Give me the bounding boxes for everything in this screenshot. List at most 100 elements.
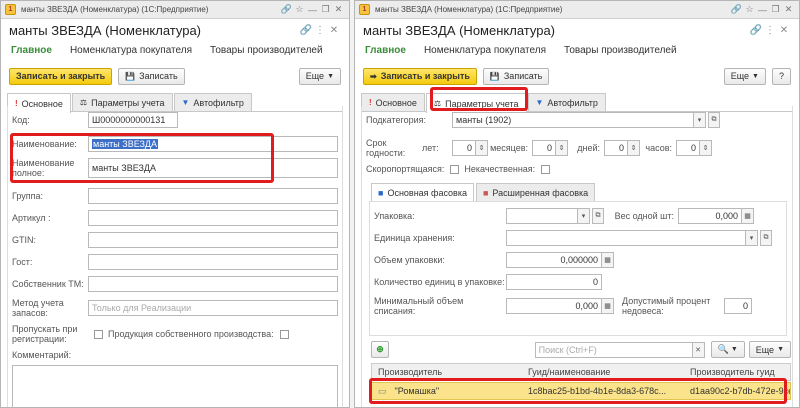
skip-row: Пропускать при регистрации: Продукция со… [12,324,338,344]
nav-customer-items[interactable]: Номенклатура покупателя [424,45,546,56]
gost-field[interactable] [88,254,338,270]
months-field[interactable]: 0 [532,140,556,156]
restore-icon[interactable]: ❐ [319,4,332,15]
unit-field[interactable] [506,230,746,246]
more-button[interactable]: Еще ▼ [723,67,766,85]
right-window: 1 манты ЗВЕЗДА (Номенклатура) (1С:Предпр… [354,0,800,408]
help-button[interactable]: ? [771,67,791,85]
group-label: Группа: [12,191,44,201]
star-icon[interactable]: ☆ [743,4,756,15]
link-icon[interactable]: 🔗 [730,4,743,15]
code-label: Код: [12,115,30,125]
page-title: манты ЗВЕЗДА (Номенклатура) [363,22,556,38]
nav-producer-items[interactable]: Товары производителей [564,45,677,56]
dropdown-button[interactable]: ▾ [746,230,758,246]
volume-label: Объем упаковки: [374,255,445,265]
save-and-close-button[interactable]: ➡ Записать и закрыть [363,67,477,85]
gtin-field[interactable] [88,232,338,248]
more-icon[interactable]: ⋮ [313,25,327,36]
close-icon[interactable]: ✕ [782,4,795,15]
nav-main[interactable]: Главное [365,45,406,56]
article-label: Артикул : [12,213,51,223]
low-quality-checkbox[interactable] [541,164,551,174]
perishable-checkbox[interactable] [450,164,460,174]
app-icon: 1 [5,4,16,15]
dropdown-button[interactable]: ▾ [578,208,590,224]
link-icon[interactable]: 🔗 [749,25,763,36]
close-icon[interactable]: ✕ [777,25,791,36]
left-window: 1 манты ЗВЕЗДА (Номенклатура) (1С:Предпр… [0,0,350,408]
save-button[interactable]: 💾 Записать [482,67,550,85]
days-spinner[interactable]: ⇕ [628,140,640,156]
article-field[interactable] [88,210,338,226]
nav-producer-items[interactable]: Товары производителей [210,45,323,56]
floppy-icon: 💾 [125,71,136,81]
owner-field[interactable] [88,276,338,292]
tab-extended-packing[interactable]: ■ Расширенная фасовка [475,183,596,201]
link-icon[interactable]: 🔗 [280,4,293,15]
toolbar: ➡ Записать и закрыть 💾 Записать Еще ▼ ? [355,63,799,89]
hours-spinner[interactable]: ⇕ [700,140,712,156]
column-header-producer[interactable]: Производитель [372,367,522,377]
comment-textarea[interactable] [12,365,338,407]
close-icon[interactable]: ✕ [332,4,345,15]
code-row: Код: Ш0000000000131 [12,112,338,128]
weight-field[interactable]: 0,000 [678,208,742,224]
nav-main[interactable]: Главное [11,45,52,56]
gost-row: Гост: [12,254,338,270]
group-row: Группа: [12,188,338,204]
more-icon[interactable]: ⋮ [763,25,777,36]
highlight-frame [10,133,274,183]
pack-label: Упаковка: [374,211,415,221]
calculator-icon[interactable]: ▦ [602,252,614,268]
calculator-icon[interactable]: ▦ [602,298,614,314]
column-header-producer-guid[interactable]: Производитель гуид [684,367,790,377]
open-icon[interactable]: ⧉ [760,230,772,246]
years-spinner[interactable]: ⇕ [476,140,488,156]
table-toolbar: ⊕ Поиск (Ctrl+F) ✕ 🔍 ▼ Еще ▼ [371,341,791,358]
star-icon[interactable]: ☆ [293,4,306,15]
more-button[interactable]: Еще ▼ [298,67,341,85]
close-icon[interactable]: ✕ [327,25,341,36]
restore-icon[interactable]: ❐ [769,4,782,15]
owner-row: Собственник ТМ: [12,276,338,292]
dropdown-button[interactable]: ▾ [694,112,706,128]
search-button[interactable]: 🔍 ▼ [710,341,745,358]
months-spinner[interactable]: ⇕ [556,140,568,156]
tab-main-packing[interactable]: ■ Основная фасовка [371,183,474,201]
minimize-icon[interactable]: — [756,5,769,15]
calculator-icon[interactable]: ▦ [742,208,754,224]
count-field[interactable]: 0 [506,274,602,290]
min-volume-field[interactable]: 0,000 [506,298,602,314]
years-label: лет: [422,143,439,153]
pack-field[interactable] [506,208,578,224]
table-more-button[interactable]: Еще ▼ [748,341,791,358]
years-field[interactable]: 0 [452,140,476,156]
open-icon[interactable]: ⧉ [708,112,720,128]
group-field[interactable] [88,188,338,204]
open-icon[interactable]: ⧉ [592,208,604,224]
minimize-icon[interactable]: — [306,5,319,15]
clear-search-icon[interactable]: ✕ [692,341,705,358]
skip-checkbox[interactable] [94,329,103,339]
nav-panel: Главное Номенклатура покупателя Товары п… [1,41,349,59]
hours-field[interactable]: 0 [676,140,700,156]
days-field[interactable]: 0 [604,140,628,156]
link-icon[interactable]: 🔗 [299,25,313,36]
method-row: Метод учета запасов: Только для Реализац… [12,298,338,318]
own-production-checkbox[interactable] [279,329,289,339]
more-label: Еще [730,71,750,81]
save-and-close-button[interactable]: Записать и закрыть [9,67,113,85]
column-header-guid[interactable]: Гуид/наименование [522,367,684,377]
shortage-field[interactable]: 0 [724,298,752,314]
subcategory-field[interactable]: манты (1902) [452,112,694,128]
method-label: Метод учета запасов: [12,298,64,318]
search-input[interactable]: Поиск (Ctrl+F) [534,341,693,358]
box-icon: ■ [378,187,384,198]
nav-customer-items[interactable]: Номенклатура покупателя [70,45,192,56]
add-button[interactable]: ⊕ [371,341,389,358]
method-field[interactable]: Только для Реализации [88,300,338,316]
save-button[interactable]: 💾 Записать [118,67,185,85]
code-field[interactable]: Ш0000000000131 [88,112,178,128]
volume-field[interactable]: 0,000000 [506,252,602,268]
